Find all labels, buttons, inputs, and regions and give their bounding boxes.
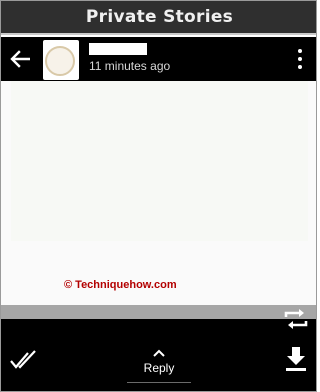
story-image [11, 81, 308, 241]
more-options-button[interactable] [296, 49, 304, 69]
story-content[interactable]: © Techniquehow.com [1, 81, 316, 305]
story-header: Ajay 11 minutes ago [1, 37, 316, 81]
seen-button[interactable] [9, 349, 39, 371]
post-time: 11 minutes ago [89, 59, 171, 73]
reply-button[interactable]: Reply [127, 347, 191, 383]
reply-label: Reply [143, 361, 175, 375]
repeat-icon [284, 309, 308, 329]
user-name[interactable]: Ajay [89, 43, 147, 55]
more-vertical-icon [298, 49, 302, 53]
title-banner: Private Stories [1, 1, 316, 35]
arrow-left-icon [10, 50, 30, 68]
chevron-up-icon [153, 349, 165, 357]
back-button[interactable] [7, 47, 33, 71]
watermark: © Techniquehow.com [64, 279, 177, 291]
screenshot-frame: Private Stories Ajay 11 minutes ago © Te… [0, 0, 317, 392]
progress-strip [1, 305, 316, 319]
repost-button[interactable] [282, 307, 310, 331]
download-button[interactable] [283, 345, 309, 373]
download-icon [286, 347, 306, 371]
double-check-icon [10, 350, 36, 369]
banner-title: Private Stories [85, 7, 234, 27]
more-vertical-icon [298, 65, 302, 69]
more-vertical-icon [298, 57, 302, 61]
avatar[interactable] [45, 46, 75, 76]
